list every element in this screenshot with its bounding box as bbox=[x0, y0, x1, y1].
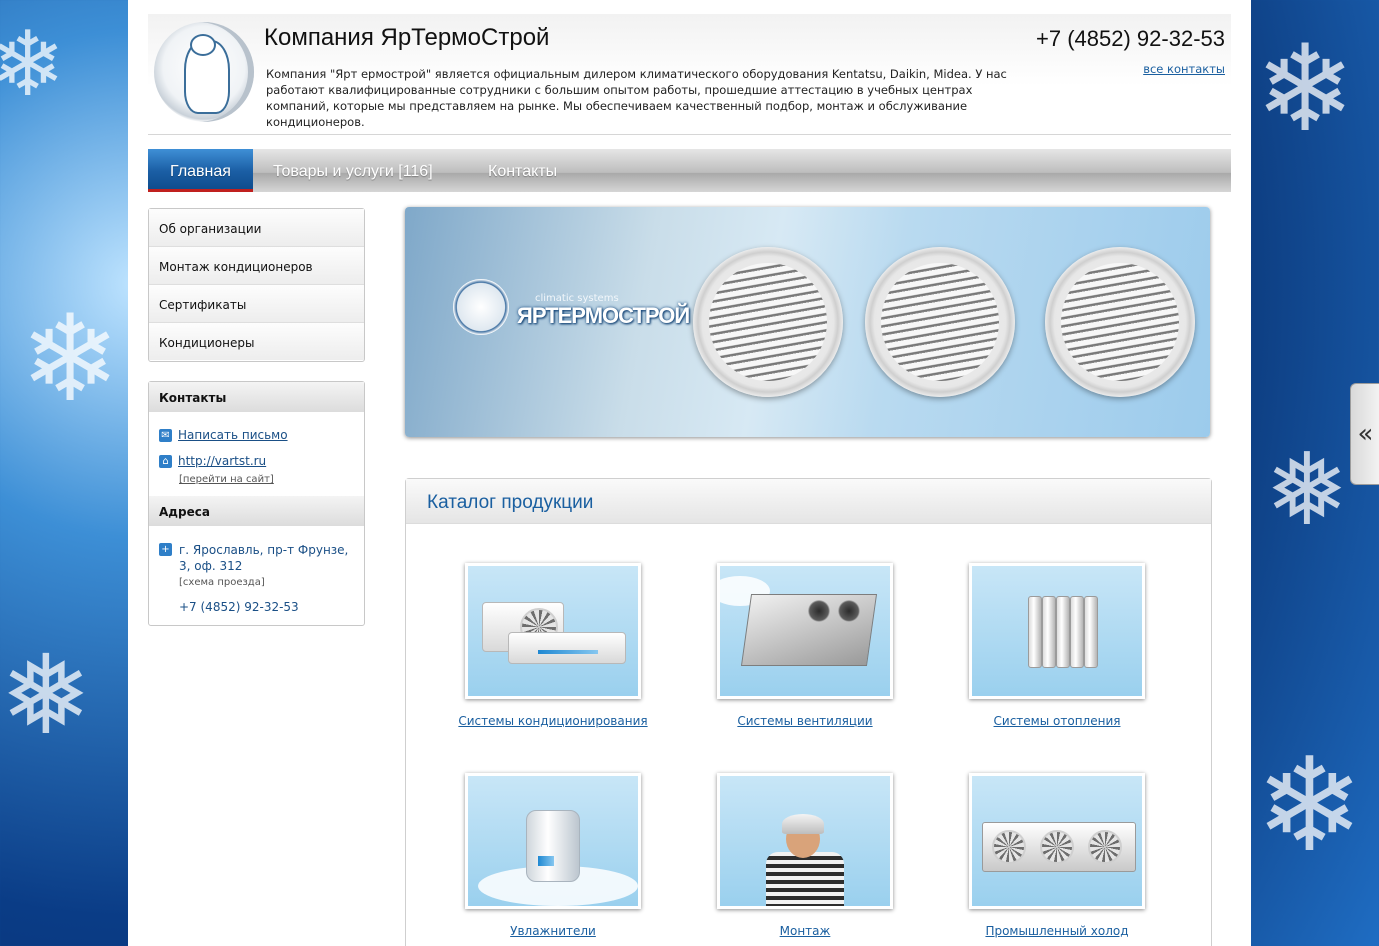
humidifier-image[interactable] bbox=[465, 773, 641, 909]
catalog-label[interactable]: Монтаж bbox=[685, 924, 925, 938]
worker-image[interactable] bbox=[717, 773, 893, 909]
contacts-box: Контакты ✉ Написать письмо ⌂ http://vartst… bbox=[148, 381, 365, 626]
product-catalog: Каталог продукции Системы кондиционирова… bbox=[405, 478, 1212, 946]
catalog-label[interactable]: Системы вентиляции bbox=[685, 714, 925, 728]
banner-logo-icon bbox=[453, 279, 509, 335]
catalog-label[interactable]: Промышленный холод bbox=[937, 924, 1177, 938]
catalog-item-heating[interactable]: Системы отопления bbox=[937, 563, 1177, 728]
site-header: Компания ЯрТермоСтрой Компания "Ярт ермо… bbox=[148, 14, 1231, 135]
ac-image[interactable] bbox=[465, 563, 641, 699]
snowflake-icon: ❄ bbox=[0, 12, 66, 117]
vent-grille-icon bbox=[865, 247, 1015, 397]
address-phone: +7 (4852) 92-32-53 bbox=[179, 600, 299, 614]
catalog-item-ac[interactable]: Системы кондиционирования bbox=[433, 563, 673, 728]
sidebar-item-about[interactable]: Об организации bbox=[149, 209, 364, 247]
home-icon: ⌂ bbox=[159, 455, 172, 468]
snowflake-icon: ❄ bbox=[20, 290, 121, 429]
envelope-icon: ✉ bbox=[159, 429, 172, 442]
polar-bear-head-icon bbox=[190, 34, 216, 56]
sidebar-item-conditioners[interactable]: Кондиционеры bbox=[149, 323, 364, 360]
main-nav: Главная Товары и услуги [116] Контакты bbox=[148, 149, 1231, 192]
company-logo[interactable] bbox=[154, 22, 254, 122]
catalog-item-humidifiers[interactable]: Увлажнители bbox=[433, 773, 673, 938]
catalog-label[interactable]: Системы кондиционирования bbox=[433, 714, 673, 728]
sidebar-item-certificates[interactable]: Сертификаты bbox=[149, 285, 364, 323]
hero-banner: climatic systems ЯРТЕРМОСТРОЙ bbox=[405, 207, 1210, 437]
go-to-site-link[interactable]: [перейти на сайт] bbox=[179, 474, 274, 485]
snowflake-icon: ❅ bbox=[0, 631, 93, 759]
map-link[interactable]: [схема проезда] bbox=[179, 577, 265, 588]
catalog-item-installation[interactable]: Монтаж bbox=[685, 773, 925, 938]
all-contacts-link[interactable]: все контакты bbox=[1143, 62, 1225, 76]
collapse-tab[interactable]: « bbox=[1350, 383, 1379, 485]
addresses-heading: Адреса bbox=[149, 496, 364, 526]
vent-grille-icon bbox=[693, 247, 843, 397]
site-link[interactable]: http://vartst.ru bbox=[178, 454, 266, 468]
catalog-title: Каталог продукции bbox=[406, 479, 1211, 524]
ventilation-image[interactable] bbox=[717, 563, 893, 699]
chiller-image[interactable] bbox=[969, 773, 1145, 909]
vent-grille-icon bbox=[1045, 247, 1195, 397]
plus-icon[interactable]: + bbox=[159, 543, 172, 556]
contacts-heading: Контакты bbox=[149, 382, 364, 412]
snowflake-icon: ❄ bbox=[1255, 729, 1364, 881]
page-container: Компания ЯрТермоСтрой Компания "Ярт ермо… bbox=[128, 0, 1251, 946]
nav-item-home[interactable]: Главная bbox=[148, 149, 253, 192]
nav-item-contacts[interactable]: Контакты bbox=[488, 149, 557, 192]
snowflake-icon: ❅ bbox=[1265, 431, 1349, 548]
address-text: г. Ярославль, пр-т Фрунзе, 3, оф. 312 bbox=[179, 543, 349, 573]
company-title: Компания ЯрТермоСтрой bbox=[264, 24, 550, 51]
catalog-item-industrial-cooling[interactable]: Промышленный холод bbox=[937, 773, 1177, 938]
nav-item-products[interactable]: Товары и услуги [116] bbox=[273, 149, 433, 192]
sidebar-menu: Об организации Монтаж кондиционеров Серт… bbox=[148, 208, 365, 362]
catalog-item-ventilation[interactable]: Системы вентиляции bbox=[685, 563, 925, 728]
write-email-link[interactable]: Написать письмо bbox=[178, 428, 288, 442]
catalog-label[interactable]: Увлажнители bbox=[433, 924, 673, 938]
radiator-image[interactable] bbox=[969, 563, 1145, 699]
snowflake-icon: ❄ bbox=[1255, 20, 1356, 159]
company-description: Компания "Ярт ермострой" является официа… bbox=[266, 67, 1007, 129]
header-phone: +7 (4852) 92-32-53 bbox=[1036, 26, 1225, 51]
catalog-label[interactable]: Системы отопления bbox=[937, 714, 1177, 728]
banner-brand: ЯРТЕРМОСТРОЙ bbox=[517, 303, 690, 328]
sidebar-item-installation[interactable]: Монтаж кондиционеров bbox=[149, 247, 364, 285]
